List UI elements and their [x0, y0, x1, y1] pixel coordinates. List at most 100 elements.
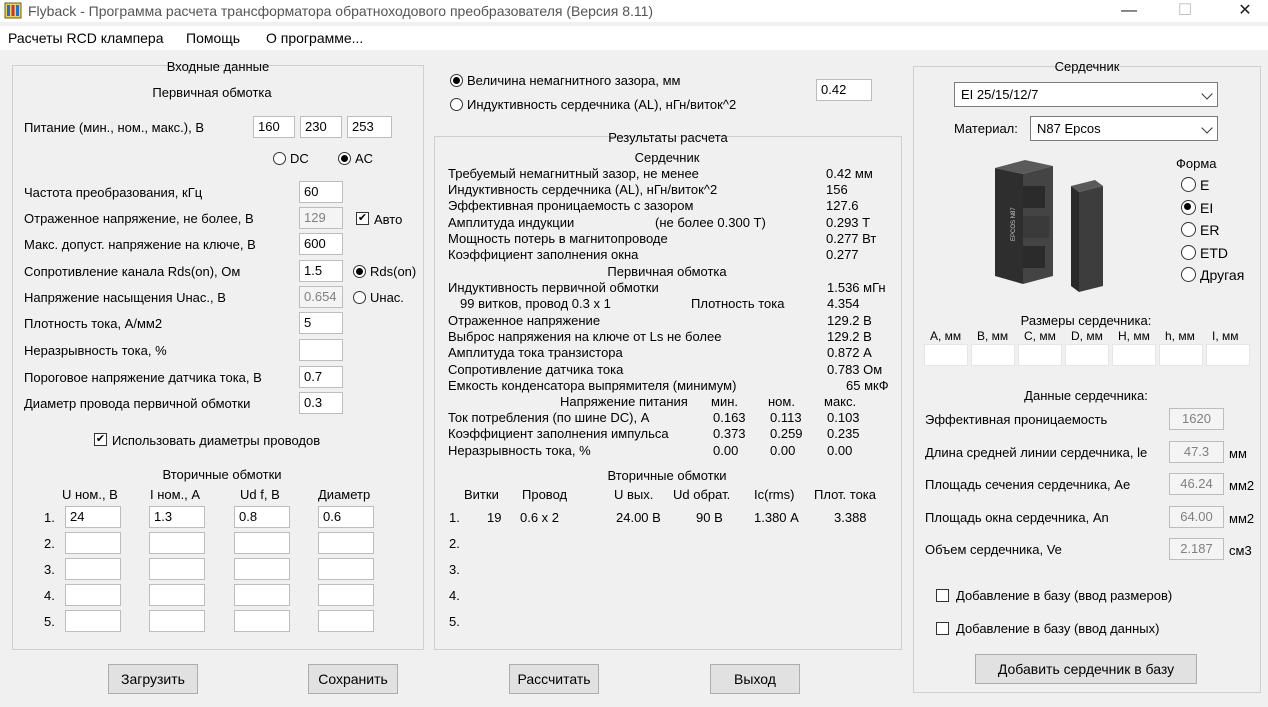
sec-i-input[interactable]: 1.3	[149, 506, 205, 528]
result-label: Коэффициент заполнения окна	[448, 247, 639, 262]
usat-radio[interactable]	[353, 291, 366, 304]
sec-ud-input[interactable]	[234, 532, 290, 554]
rds-radio[interactable]	[353, 265, 366, 278]
results-secondary-title: Вторичные обмотки	[607, 468, 727, 483]
material-label: Материал:	[954, 121, 1018, 136]
sec-u-input[interactable]: 24	[65, 506, 121, 528]
dim-label: D, мм	[1071, 329, 1103, 343]
chevron-down-icon	[1201, 122, 1213, 134]
dc-label: DC	[290, 151, 309, 166]
sense-input[interactable]: 0.7	[299, 366, 343, 388]
result-label: Сопротивление датчика тока	[448, 361, 624, 377]
menu-rcd[interactable]: Расчеты RCD клампера	[8, 30, 164, 46]
shape-radio-другая[interactable]	[1181, 267, 1196, 282]
vmax-input[interactable]: 600	[299, 233, 343, 255]
sec-row-number: 4.	[44, 588, 55, 603]
sec-ud-input[interactable]: 0.8	[234, 506, 290, 528]
supply-row-label: Неразрывность тока, %	[448, 442, 591, 458]
result-label: Эффективная проницаемость с зазором	[448, 198, 694, 214]
add-dims-checkbox[interactable]	[936, 589, 949, 602]
menu-help[interactable]: Помощь	[186, 30, 240, 46]
exit-button[interactable]: Выход	[710, 664, 800, 694]
core-data-value[interactable]: 46.24	[1169, 473, 1224, 495]
al-radio[interactable]	[450, 98, 463, 111]
cont-label: Неразрывность тока, %	[24, 343, 167, 358]
refl-input[interactable]: 129	[299, 207, 343, 229]
supply-header-nom: ном.	[768, 394, 795, 409]
minimize-button[interactable]: —	[1106, 0, 1152, 22]
res-row-number: 4.	[449, 588, 460, 603]
sec-i-input[interactable]	[149, 610, 205, 632]
res-row-u: 24.00 В	[616, 510, 661, 525]
supply-row-label: Коэффициент заполнения импульса	[448, 426, 669, 442]
result-value: 156	[826, 182, 848, 198]
save-button[interactable]: Сохранить	[308, 664, 398, 694]
sec-d-input[interactable]	[318, 584, 374, 606]
dim-input[interactable]	[1206, 344, 1250, 366]
add-core-button[interactable]: Добавить сердечник в базу	[975, 654, 1197, 684]
usat-input[interactable]: 0.654	[299, 286, 343, 308]
shape-radio-ei[interactable]	[1181, 199, 1196, 215]
dc-radio[interactable]	[273, 152, 286, 165]
dim-input[interactable]	[1112, 344, 1156, 366]
result-value: 0.277 Вт	[826, 230, 877, 246]
supply-row-max: 0.00	[827, 442, 853, 458]
sec-u-input[interactable]	[65, 610, 121, 632]
sec-ud-input[interactable]	[234, 610, 290, 632]
menu-about[interactable]: О программе...	[266, 30, 363, 46]
core-data-value[interactable]: 2.187	[1169, 538, 1224, 560]
core-select[interactable]: EI 25/15/12/7	[954, 82, 1218, 107]
sec-i-input[interactable]	[149, 532, 205, 554]
dim-input[interactable]	[1018, 344, 1062, 366]
dim-input[interactable]	[924, 344, 968, 366]
maximize-button[interactable]: ☐	[1162, 0, 1208, 22]
shape-radio-er[interactable]	[1181, 222, 1196, 237]
core-data-label: Эффективная проницаемость	[925, 412, 1108, 427]
diam-label: Диаметр провода первичной обмотки	[24, 396, 251, 411]
sec-d-input[interactable]	[318, 610, 374, 632]
supply-header: Напряжение питания	[560, 394, 688, 409]
ac-radio[interactable]	[338, 152, 351, 165]
auto-checkbox[interactable]: ✔	[356, 212, 369, 225]
app-icon	[4, 2, 22, 19]
shape-radio-etd[interactable]	[1181, 244, 1196, 260]
sec-d-input[interactable]	[318, 532, 374, 554]
sec-row-number: 5.	[44, 614, 55, 629]
freq-input[interactable]: 60	[299, 181, 343, 203]
sec-u-input[interactable]	[65, 584, 121, 606]
supply-min-input[interactable]: 160	[253, 116, 295, 138]
dim-input[interactable]	[1159, 344, 1203, 366]
core-data-value[interactable]: 47.3	[1169, 440, 1224, 463]
use-diam-checkbox[interactable]: ✔	[94, 433, 107, 446]
j-input[interactable]: 5	[299, 312, 343, 334]
rds-input[interactable]: 1.5	[299, 260, 343, 282]
sec-d-input[interactable]	[318, 558, 374, 580]
load-button[interactable]: Загрузить	[108, 664, 198, 694]
add-data-checkbox[interactable]	[936, 622, 949, 635]
supply-max-input[interactable]: 253	[347, 116, 392, 138]
dim-input[interactable]	[1065, 344, 1109, 366]
sec-i-input[interactable]	[149, 584, 205, 606]
diam-input[interactable]: 0.3	[299, 392, 343, 414]
core-data-value[interactable]: 1620	[1169, 408, 1224, 430]
sec-u-input[interactable]	[65, 532, 121, 554]
shape-radio-e[interactable]	[1181, 177, 1196, 192]
sec-u-input[interactable]	[65, 558, 121, 580]
result-label: Требуемый немагнитный зазор, не менее	[448, 166, 699, 181]
sec-i-input[interactable]	[149, 558, 205, 580]
material-select[interactable]: N87 Epcos	[1030, 116, 1218, 141]
data-title: Данные сердечника:	[1024, 388, 1148, 403]
result-label: Отраженное напряжение	[448, 312, 601, 328]
calc-button[interactable]: Рассчитать	[509, 664, 599, 694]
core-data-value[interactable]: 64.00	[1169, 505, 1224, 528]
cont-input[interactable]	[299, 339, 343, 361]
close-button[interactable]: ✕	[1222, 0, 1268, 22]
sec-ud-input[interactable]	[234, 558, 290, 580]
dim-input[interactable]	[971, 344, 1015, 366]
sec-d-input[interactable]: 0.6	[318, 506, 374, 528]
gap-input[interactable]: 0.42	[816, 79, 872, 101]
supply-row-max: 0.103	[827, 410, 860, 425]
gap-radio[interactable]	[450, 74, 463, 87]
sec-ud-input[interactable]	[234, 584, 290, 606]
supply-nom-input[interactable]: 230	[300, 116, 342, 138]
